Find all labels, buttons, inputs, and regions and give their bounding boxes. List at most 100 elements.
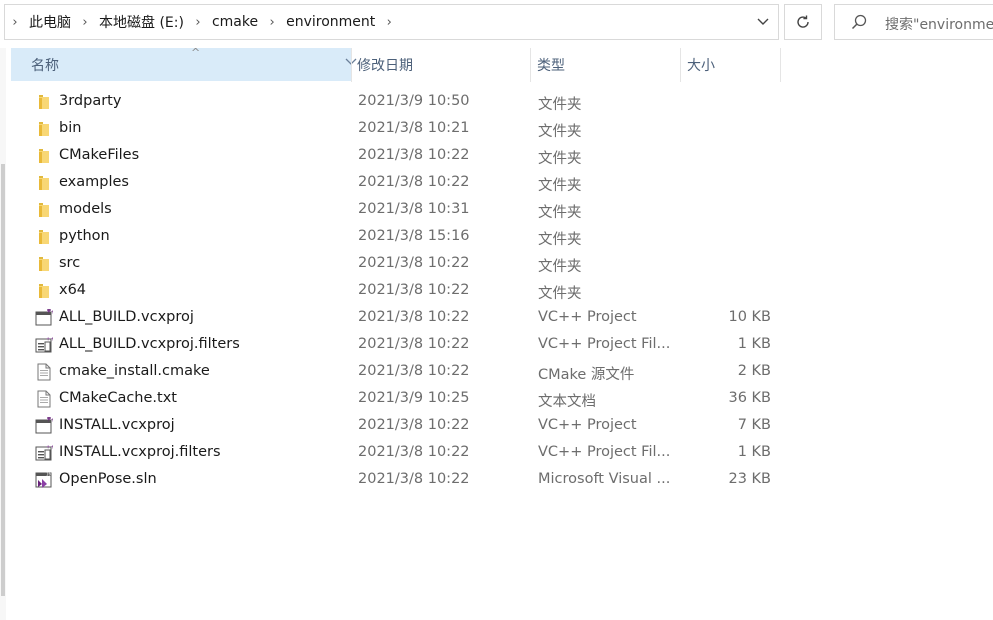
file-name[interactable]: src (59, 255, 80, 271)
file-date-modified: 2021/3/9 10:50 (358, 93, 470, 109)
file-size: 7 KB (737, 417, 771, 433)
text-file-icon (35, 390, 53, 408)
file-type: CMake 源文件 (538, 367, 635, 383)
file-name[interactable]: CMakeCache.txt (59, 390, 177, 406)
breadcrumb-chevron-icon[interactable]: › (379, 15, 399, 30)
folder-icon (35, 120, 53, 138)
search-box[interactable]: 搜索"environment" (834, 4, 993, 40)
file-date-modified: 2021/3/8 10:31 (358, 201, 470, 217)
chevron-down-icon (757, 18, 769, 25)
file-date-modified: 2021/3/8 10:22 (358, 336, 470, 352)
file-row[interactable]: CMakeCache.txt 2021/3/9 10:25 文本文档 36 KB (0, 386, 993, 413)
file-row[interactable]: 16 OpenPose.sln 2021/3/8 10:22 Microsoft Vi… (0, 467, 993, 494)
file-type: VC++ Project (538, 309, 637, 325)
file-row[interactable]: ++ ALL_BUILD.vcxproj.filters 2021/3/8 10:2… (0, 332, 993, 359)
file-row[interactable]: cmake_install.cmake 2021/3/8 10:22 CMake 源… (0, 359, 993, 386)
folder-icon (35, 201, 53, 219)
file-date-modified: 2021/3/8 10:22 (358, 417, 470, 433)
file-type: Microsoft Visual ... (538, 471, 671, 487)
file-size: 10 KB (728, 309, 771, 325)
file-row[interactable]: x64 2021/3/8 10:22 文件夹 (0, 278, 993, 305)
breadcrumb-chevron-icon[interactable]: › (5, 15, 25, 30)
file-date-modified: 2021/3/8 10:22 (358, 282, 470, 298)
file-name[interactable]: examples (59, 174, 129, 190)
file-row[interactable]: src 2021/3/8 10:22 文件夹 (0, 251, 993, 278)
file-row[interactable]: ++ ALL_BUILD.vcxproj 2021/3/8 10:22 VC++ Pr… (0, 305, 993, 332)
folder-icon (35, 282, 53, 300)
solution-file-icon: 16 (35, 471, 53, 489)
file-type: VC++ Project Fil... (538, 444, 671, 460)
file-type: 文件夹 (538, 151, 582, 167)
column-header-type[interactable]: 类型 (531, 48, 681, 81)
column-header-name[interactable]: 名称 ^ (11, 46, 357, 81)
file-row[interactable]: bin 2021/3/8 10:21 文件夹 (0, 116, 993, 143)
file-date-modified: 2021/3/8 10:22 (358, 309, 470, 325)
address-bar[interactable]: › 此电脑 › 本地磁盘 (E:) › cmake › environment … (4, 4, 779, 40)
svg-text:16: 16 (46, 472, 52, 477)
folder-icon (35, 174, 53, 192)
search-icon (851, 14, 867, 30)
file-type: VC++ Project (538, 417, 637, 433)
svg-text:++: ++ (46, 445, 53, 451)
file-name[interactable]: OpenPose.sln (59, 471, 157, 487)
vcxproj-file-icon: ++ (35, 416, 55, 435)
file-type: 文件夹 (538, 205, 582, 221)
sort-ascending-icon: ^ (191, 46, 201, 59)
file-row[interactable]: 3rdparty 2021/3/9 10:50 文件夹 (0, 89, 993, 116)
file-row[interactable]: examples 2021/3/8 10:22 文件夹 (0, 170, 993, 197)
file-date-modified: 2021/3/8 10:22 (358, 255, 470, 271)
column-divider[interactable] (780, 48, 781, 82)
file-type: VC++ Project Fil... (538, 336, 671, 352)
file-type: 文件夹 (538, 232, 582, 248)
file-type: 文件夹 (538, 124, 582, 140)
file-date-modified: 2021/3/8 15:16 (358, 228, 470, 244)
file-name[interactable]: CMakeFiles (59, 147, 139, 163)
file-name[interactable]: python (59, 228, 110, 244)
breadcrumb-cmake[interactable]: cmake (208, 14, 262, 30)
breadcrumb: › 此电脑 › 本地磁盘 (E:) › cmake › environment … (5, 5, 399, 39)
svg-text:++: ++ (47, 418, 54, 424)
file-date-modified: 2021/3/8 10:22 (358, 363, 470, 379)
column-header-date-modified[interactable]: 修改日期 (351, 48, 531, 81)
vcxproj-file-icon: ++ (35, 308, 55, 327)
file-name[interactable]: ALL_BUILD.vcxproj.filters (59, 336, 240, 352)
file-row[interactable]: CMakeFiles 2021/3/8 10:22 文件夹 (0, 143, 993, 170)
file-row[interactable]: ++ INSTALL.vcxproj 2021/3/8 10:22 VC++ Proj… (0, 413, 993, 440)
file-type: 文件夹 (538, 178, 582, 194)
breadcrumb-environment[interactable]: environment (282, 14, 379, 30)
file-name[interactable]: models (59, 201, 112, 217)
column-header-size-label: 大小 (687, 57, 715, 74)
folder-icon (35, 93, 53, 111)
file-row[interactable]: python 2021/3/8 15:16 文件夹 (0, 224, 993, 251)
file-type: 文本文档 (538, 394, 596, 410)
file-name[interactable]: x64 (59, 282, 86, 298)
file-size: 2 KB (737, 363, 771, 379)
file-name[interactable]: cmake_install.cmake (59, 363, 210, 379)
breadcrumb-chevron-icon[interactable]: › (262, 15, 282, 30)
column-header-size[interactable]: 大小 (681, 48, 780, 81)
file-row[interactable]: models 2021/3/8 10:31 文件夹 (0, 197, 993, 224)
folder-icon (35, 147, 53, 165)
breadcrumb-chevron-icon[interactable]: › (188, 15, 208, 30)
file-name[interactable]: 3rdparty (59, 93, 121, 109)
breadcrumb-this-pc[interactable]: 此电脑 (25, 12, 75, 32)
breadcrumb-chevron-icon[interactable]: › (75, 15, 95, 30)
address-history-dropdown[interactable] (748, 5, 778, 39)
file-date-modified: 2021/3/9 10:25 (358, 390, 470, 406)
folder-icon (35, 228, 53, 246)
refresh-button[interactable] (784, 4, 822, 40)
column-header-row: 名称 ^ 修改日期 类型 大小 (0, 46, 993, 82)
file-size: 1 KB (737, 444, 771, 460)
svg-text:++: ++ (47, 310, 54, 316)
file-name[interactable]: INSTALL.vcxproj.filters (59, 444, 221, 460)
file-name[interactable]: INSTALL.vcxproj (59, 417, 175, 433)
file-date-modified: 2021/3/8 10:22 (358, 471, 470, 487)
file-row[interactable]: ++ INSTALL.vcxproj.filters 2021/3/8 10:22 V… (0, 440, 993, 467)
file-name[interactable]: ALL_BUILD.vcxproj (59, 309, 194, 325)
breadcrumb-local-disk[interactable]: 本地磁盘 (E:) (95, 12, 188, 32)
svg-text:++: ++ (46, 337, 53, 343)
file-date-modified: 2021/3/8 10:22 (358, 444, 470, 460)
file-name[interactable]: bin (59, 120, 81, 136)
file-type: 文件夹 (538, 286, 582, 302)
file-date-modified: 2021/3/8 10:22 (358, 174, 470, 190)
